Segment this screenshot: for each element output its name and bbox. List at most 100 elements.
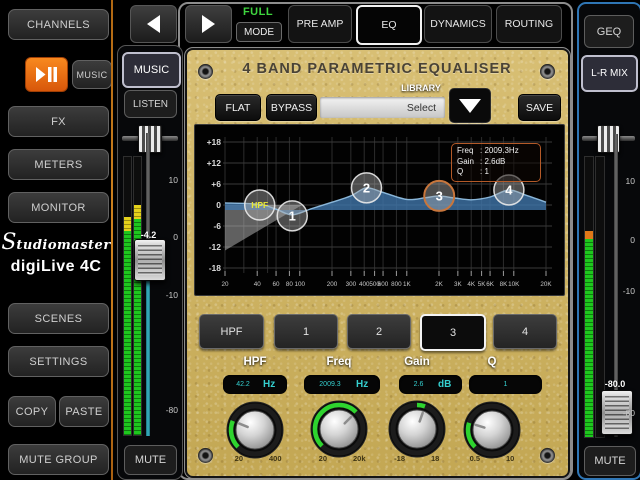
save-button[interactable]: SAVE [518, 94, 561, 121]
channels-button[interactable]: CHANNELS [8, 9, 109, 40]
info-freq-value: : 2009.3Hz [480, 146, 519, 155]
bypass-button[interactable]: BYPASS [266, 94, 317, 121]
play-pause-icon [36, 67, 58, 82]
master-scale-label: -80 [619, 408, 635, 418]
gain-knob[interactable] [388, 400, 446, 458]
master-mute-button[interactable]: MUTE [584, 446, 636, 476]
screw-icon [198, 64, 213, 79]
svg-text:8K: 8K [500, 281, 509, 288]
svg-text:400: 400 [359, 281, 370, 288]
svg-text:10K: 10K [508, 281, 520, 288]
gain-value-display: 2.6dB [399, 375, 462, 394]
eq-panel: 4 BAND PARAMETRIC EQUALISER FLAT BYPASS … [185, 48, 570, 478]
knob-max-label: 10 [506, 454, 532, 463]
digilive-logo: digiLive 4C [0, 258, 112, 276]
studiomaster-logo: Studiomaster [0, 230, 112, 255]
screw-icon [540, 448, 555, 463]
eq-band-node-1[interactable]: 1 [277, 201, 307, 231]
svg-text:-18: -18 [209, 263, 222, 273]
geq-button[interactable]: GEQ [584, 15, 634, 48]
svg-text:20: 20 [221, 281, 229, 288]
left-sidebar: CHANNELS MUSIC FX METERS MONITOR Studiom… [0, 0, 112, 480]
info-q-label: Q [457, 167, 480, 178]
band-button-hpf[interactable]: HPF [199, 314, 264, 349]
fader-scale-label: -80 [160, 405, 178, 415]
svg-text:80: 80 [286, 281, 294, 288]
svg-text:4: 4 [505, 182, 513, 197]
hpf-value-display: 42.2Hz [223, 375, 287, 394]
paste-button[interactable]: PASTE [59, 396, 109, 427]
music-source-button[interactable]: MUSIC [72, 60, 112, 89]
svg-text:0: 0 [216, 200, 221, 210]
monitor-button[interactable]: MONITOR [8, 192, 109, 223]
listen-button[interactable]: LISTEN [124, 90, 177, 118]
flat-button[interactable]: FLAT [215, 94, 261, 121]
svg-text:200: 200 [327, 281, 338, 288]
lr-mix-button[interactable]: L-R MIX [581, 55, 638, 92]
prev-arrow-icon [147, 15, 160, 33]
knob-label-freq: Freq [309, 356, 369, 368]
svg-text:+6: +6 [211, 179, 221, 189]
mute-group-button[interactable]: MUTE GROUP [8, 444, 109, 475]
fader-track[interactable] [146, 133, 150, 436]
band-button-4[interactable]: 4 [493, 314, 557, 349]
master-fader-value: -80.0 [596, 379, 634, 389]
fader-handle[interactable] [134, 239, 166, 281]
freq-knob[interactable] [310, 400, 368, 458]
level-meter-right [133, 156, 142, 436]
mute-button[interactable]: MUTE [124, 445, 177, 475]
svg-text:3: 3 [436, 188, 443, 203]
nav-prev-button[interactable] [130, 5, 177, 43]
library-dropdown-button[interactable] [449, 88, 491, 123]
fader-scale-label: -10 [160, 290, 178, 300]
info-q-value: : 1 [480, 167, 489, 176]
library-select[interactable]: Select [320, 97, 445, 118]
knob-label-hpf: HPF [225, 356, 285, 368]
band-button-2[interactable]: 2 [347, 314, 411, 349]
svg-text:2K: 2K [435, 281, 444, 288]
channel-name-button[interactable]: MUSIC [122, 52, 181, 88]
master-strip: GEQ L-R MIX -80.0 10 0 -10 -80 MUTE [577, 2, 640, 480]
svg-text:800: 800 [391, 281, 402, 288]
q-knob[interactable] [463, 401, 521, 459]
svg-text:2: 2 [363, 180, 370, 195]
q-value-display: 1 [469, 375, 542, 394]
eq-band-node-hpf[interactable]: HPF [245, 190, 275, 220]
svg-text:HPF: HPF [251, 200, 268, 210]
hpf-knob[interactable] [226, 401, 284, 459]
knob-min-label: 20 [301, 454, 327, 463]
knob-max-label: 20k [353, 454, 379, 463]
svg-text:4K: 4K [467, 281, 476, 288]
svg-text:100: 100 [295, 281, 306, 288]
svg-text:+12: +12 [207, 158, 222, 168]
knob-min-label: 0.5 [454, 454, 480, 463]
master-scale-label: 0 [621, 235, 635, 245]
eq-band-node-3[interactable]: 3 [424, 181, 454, 211]
knob-max-label: 400 [269, 454, 295, 463]
channel-strip: MUSIC LISTEN -4.2 10 0 -10 -80 MUTE [117, 45, 183, 480]
eq-graph[interactable]: +18+12+60-6-12-1820406080100200300400500… [194, 124, 565, 296]
copy-button[interactable]: COPY [8, 396, 56, 427]
knob-min-label: -18 [379, 454, 405, 463]
mixer-app: { "colors": { "accent_orange": "#e8720f"… [0, 0, 640, 480]
svg-text:60: 60 [273, 281, 281, 288]
knob-label-q: Q [462, 356, 522, 368]
svg-text:5K: 5K [478, 281, 487, 288]
transport-play-button[interactable] [25, 57, 68, 92]
band-button-3[interactable]: 3 [420, 314, 486, 351]
band-button-1[interactable]: 1 [274, 314, 338, 349]
knob-min-label: 20 [217, 454, 243, 463]
settings-button[interactable]: SETTINGS [8, 346, 109, 377]
knob-label-gain: Gain [387, 356, 447, 368]
svg-text:600: 600 [378, 281, 389, 288]
library-label: LIBRARY [392, 83, 450, 93]
scenes-button[interactable]: SCENES [8, 303, 109, 334]
fx-button[interactable]: FX [8, 106, 109, 137]
fader-scale-label: 0 [160, 232, 178, 242]
eq-band-node-2[interactable]: 2 [351, 173, 381, 203]
info-gain-value: : 2.6dB [480, 157, 505, 166]
eq-title: 4 BAND PARAMETRIC EQUALISER [217, 61, 537, 77]
info-gain-label: Gain [457, 157, 480, 168]
pan-handle[interactable] [138, 125, 162, 153]
meters-button[interactable]: METERS [8, 149, 109, 180]
